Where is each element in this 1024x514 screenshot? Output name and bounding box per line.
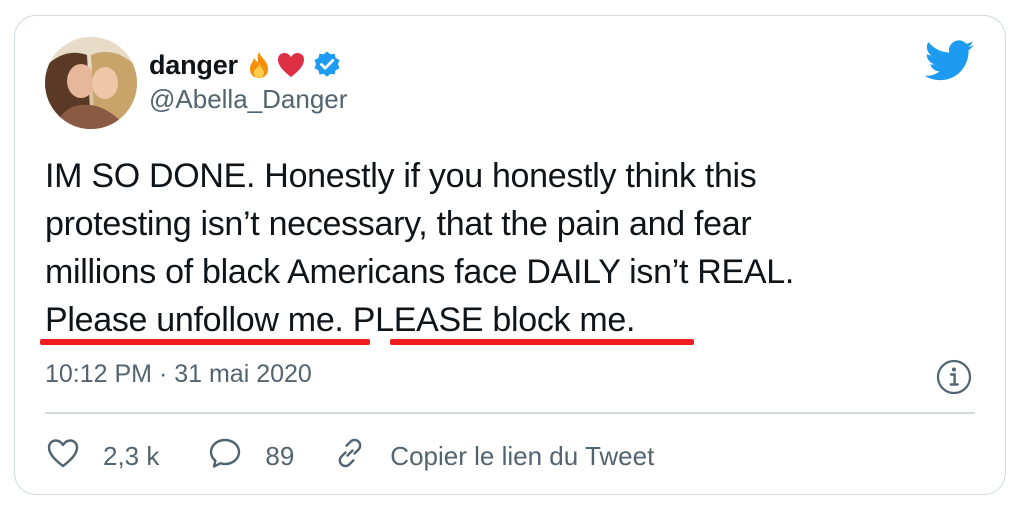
avatar[interactable] — [45, 37, 137, 129]
tweet-line-4: Please unfollow me. PLEASE block me. — [45, 301, 636, 339]
author-handle[interactable]: @Abella_Danger — [149, 84, 347, 115]
red-underline-block — [390, 339, 694, 345]
tweet-timestamp[interactable]: 10:12 PM · 31 mai 2020 — [45, 360, 312, 389]
like-count: 2,3 k — [103, 440, 160, 471]
reply-button[interactable]: 89 — [207, 435, 294, 478]
tweet-line-1: IM SO DONE. Honestly if you honestly thi… — [45, 157, 757, 195]
twitter-bird-icon[interactable] — [924, 40, 975, 82]
speech-bubble-icon — [207, 435, 243, 478]
red-underline-unfollow — [40, 339, 370, 345]
tweet-line-3: millions of black Americans face DAILY i… — [45, 253, 795, 291]
verified-badge-icon — [312, 50, 342, 80]
tweet-line-2: protesting isn’t necessary, that the pai… — [45, 205, 752, 243]
tweet-text: IM SO DONE. Honestly if you honestly thi… — [45, 152, 975, 344]
heart-outline-icon — [45, 435, 81, 478]
copy-link-label: Copier le lien du Tweet — [390, 440, 655, 471]
copy-link-button[interactable]: Copier le lien du Tweet — [332, 435, 654, 478]
like-button[interactable]: 2,3 k — [45, 435, 159, 478]
link-icon — [332, 435, 368, 478]
info-icon[interactable] — [935, 358, 973, 396]
divider — [45, 412, 975, 414]
fire-icon — [244, 50, 274, 80]
tweet-actions: 2,3 k 89 Copier le lien du Tweet — [45, 436, 654, 476]
author-name-row: danger — [149, 47, 342, 83]
heart-icon — [276, 50, 306, 80]
reply-count: 89 — [265, 440, 295, 471]
display-name[interactable]: danger — [149, 50, 238, 81]
